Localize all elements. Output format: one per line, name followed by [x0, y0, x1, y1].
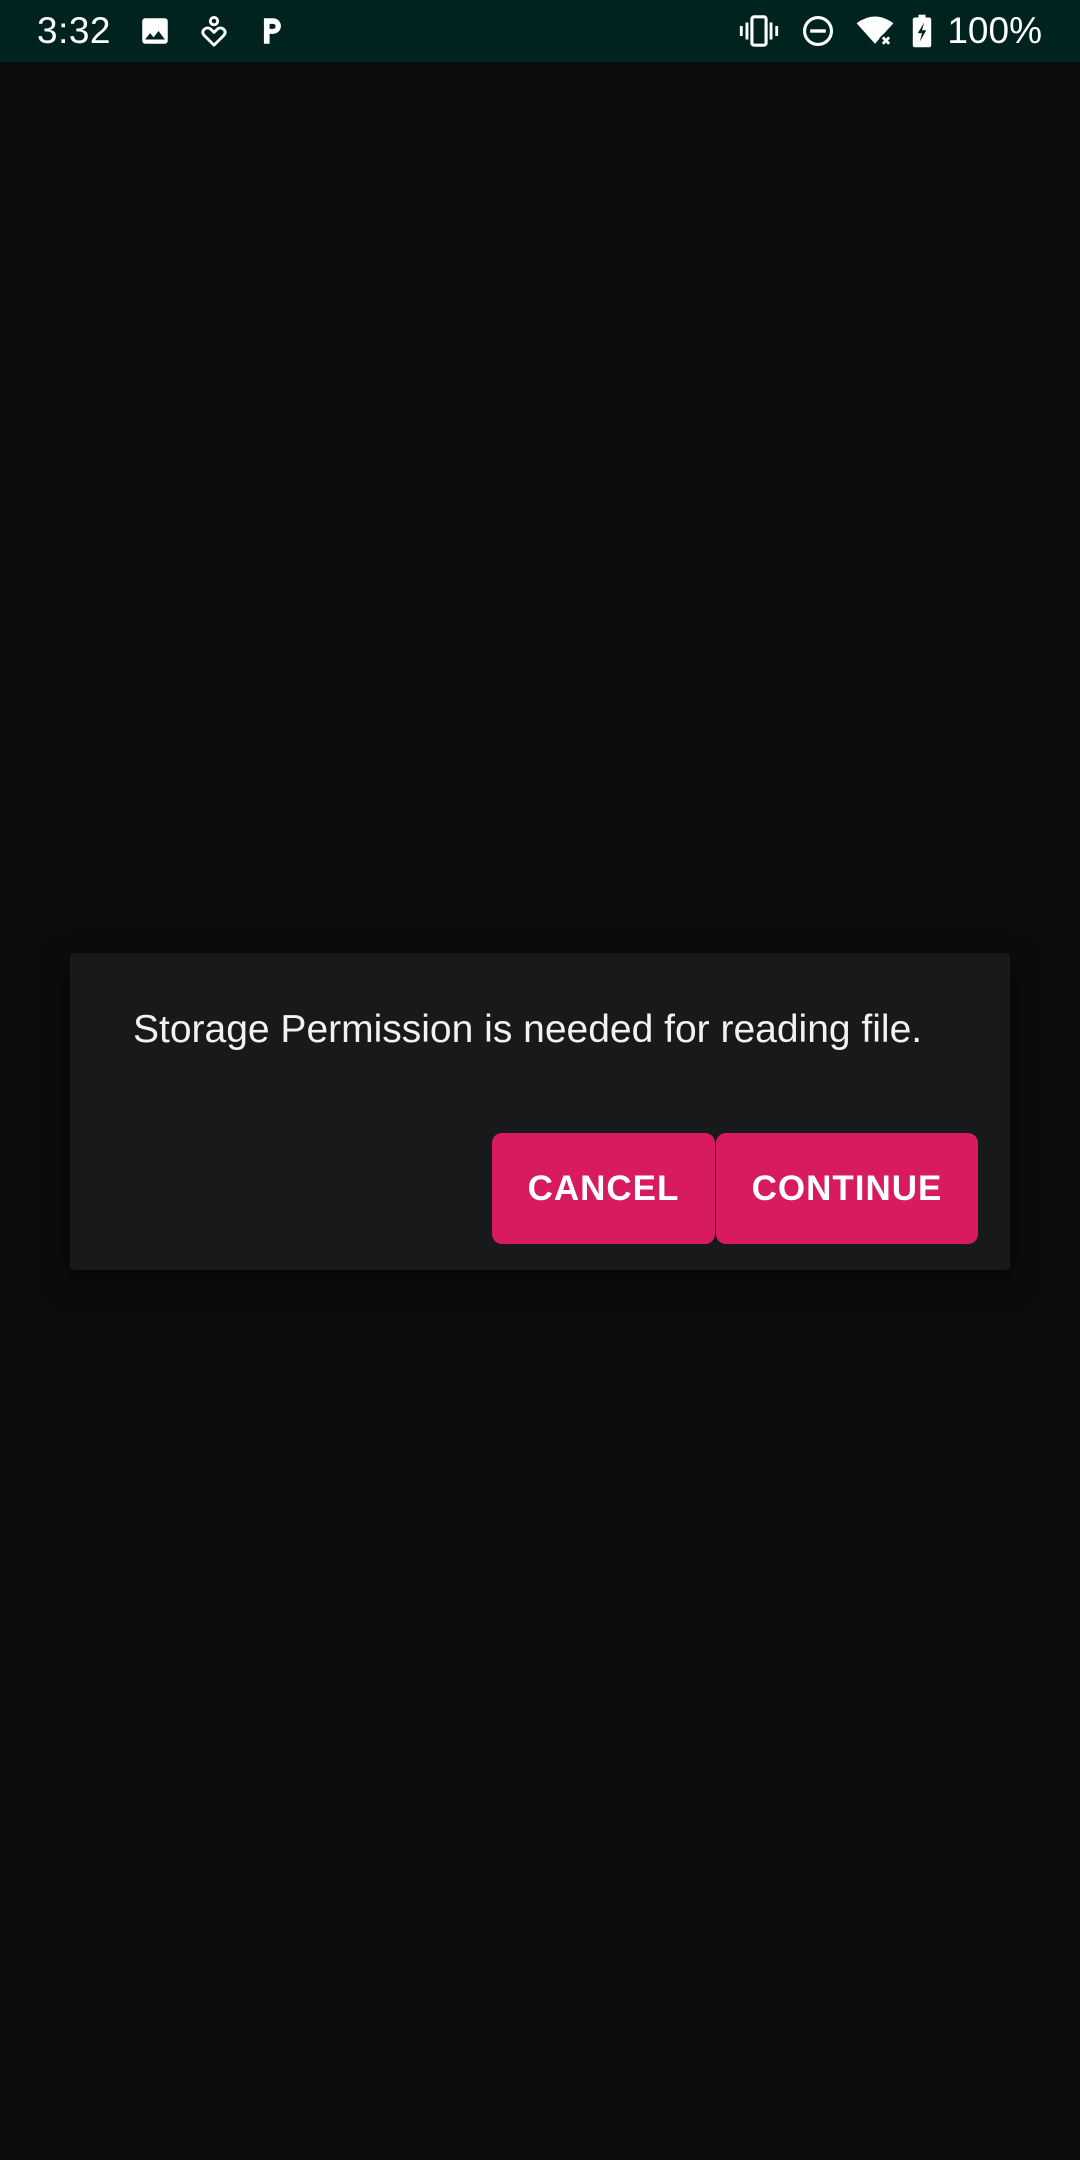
do-not-disturb-icon	[801, 14, 835, 48]
status-time: 3:32	[37, 10, 112, 51]
image-icon	[138, 14, 172, 48]
vibrate-icon	[738, 14, 780, 48]
battery-charging-icon	[911, 14, 933, 48]
cancel-button[interactable]: CANCEL	[492, 1133, 715, 1244]
wifi-no-internet-icon	[855, 14, 895, 48]
continue-button[interactable]: CONTINUE	[716, 1133, 978, 1244]
location-heart-icon	[197, 14, 231, 48]
permission-dialog: Storage Permission is needed for reading…	[70, 953, 1010, 1270]
parking-p-icon	[254, 14, 288, 48]
status-bar: 3:32 100%	[0, 0, 1080, 62]
screen: 3:32 100% Storage Permission is needed f…	[0, 0, 1080, 2160]
dialog-message: Storage Permission is needed for reading…	[133, 1008, 923, 1051]
battery-percentage: 100%	[947, 10, 1042, 51]
